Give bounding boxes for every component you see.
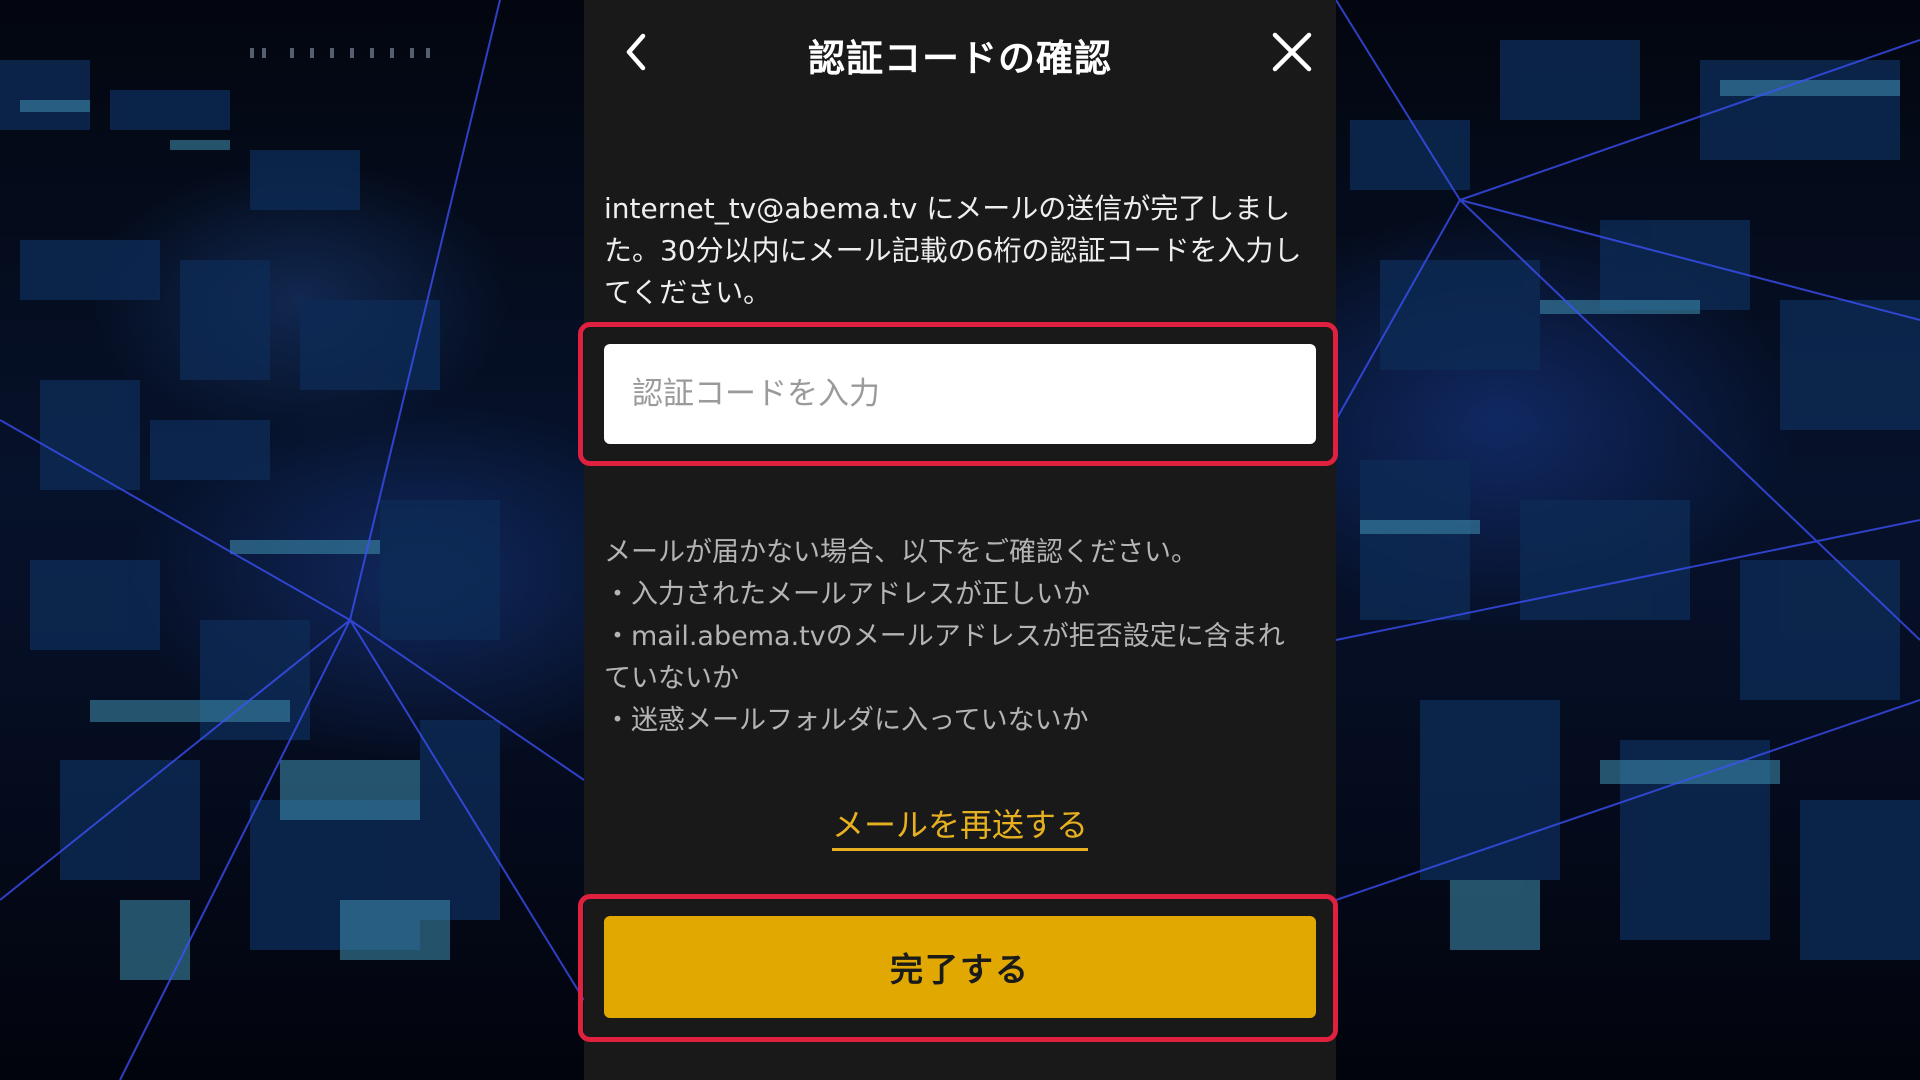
help-notes: メールが届かない場合、以下をご確認ください。 ・入力されたメールアドレスが正しい… <box>604 532 1316 742</box>
help-heading: メールが届かない場合、以下をご確認ください。 <box>604 537 1198 568</box>
intro-line: てください。 <box>604 276 772 309</box>
intro-line: internet_tv@abema.tv にメールの送信が完了しまし <box>604 192 1291 225</box>
intro-message: internet_tv@abema.tv にメールの送信が完了しまし た。30分… <box>604 188 1316 314</box>
help-item: ・mail.abema.tvのメールアドレスが拒否設定に含まれ <box>604 621 1285 652</box>
verification-panel: 認証コードの確認 internet_tv@abema.tv にメールの送信が完了… <box>578 0 1338 1080</box>
screen: 認証コードの確認 internet_tv@abema.tv にメールの送信が完了… <box>0 0 1920 1080</box>
resend-row: メールを再送する <box>584 800 1336 851</box>
page-title: 認証コードの確認 <box>808 37 1112 80</box>
close-button[interactable] <box>1262 22 1322 82</box>
help-item: ・迷惑メールフォルダに入っていないか <box>604 705 1089 736</box>
intro-line: た。30分以内にメール記載の6桁の認証コードを入力し <box>604 234 1302 267</box>
close-icon <box>1272 32 1312 72</box>
help-item: ・入力されたメールアドレスが正しいか <box>604 579 1090 610</box>
header: 認証コードの確認 <box>584 0 1336 104</box>
complete-button[interactable]: 完了する <box>604 916 1316 1018</box>
verification-code-input[interactable] <box>604 344 1316 444</box>
resend-email-link[interactable]: メールを再送する <box>831 806 1088 851</box>
help-item: ていないか <box>604 663 739 694</box>
